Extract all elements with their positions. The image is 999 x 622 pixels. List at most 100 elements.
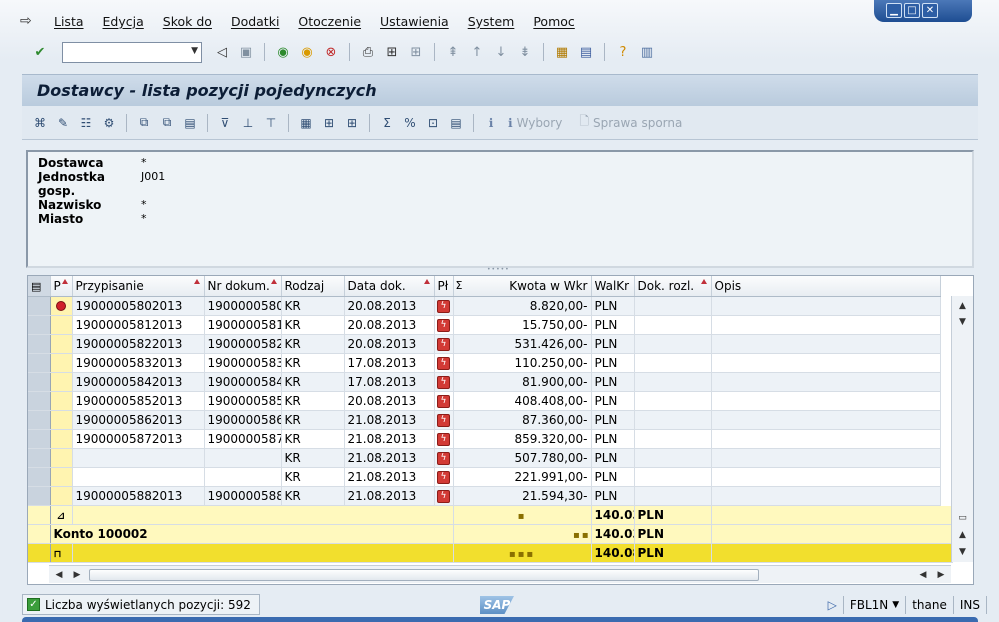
cell-nr-dokum[interactable]: 1900000583: [204, 353, 282, 373]
cell-nr-dokum[interactable]: [204, 448, 282, 468]
menu-otoczenie[interactable]: Otoczenie: [290, 14, 372, 29]
last-page-icon[interactable]: ⇟: [515, 42, 535, 62]
layout-menu-icon[interactable]: ▥: [637, 42, 657, 62]
help-icon[interactable]: ?: [613, 42, 633, 62]
account-subtotal-row[interactable]: Konto 100002 ▪▪140.034.154,90-PLN: [28, 524, 953, 544]
enter-icon[interactable]: ✔: [30, 42, 50, 62]
insert-mode[interactable]: INS: [952, 596, 986, 614]
cell-nr-dokum[interactable]: 1900000586: [204, 410, 282, 430]
cell-nr-dokum[interactable]: [204, 467, 282, 487]
menu-pomoc[interactable]: Pomoc: [525, 14, 585, 29]
menu-ustawienia[interactable]: Ustawienia: [372, 14, 460, 29]
row-selector[interactable]: [28, 467, 51, 487]
row-selector[interactable]: [28, 543, 51, 563]
row-selector[interactable]: [28, 448, 51, 468]
menu-skok-do[interactable]: Skok do: [155, 14, 223, 29]
table-row[interactable]: 19000005822013 1900000582 KR 20.08.2013 ϟ 531…: [28, 334, 953, 354]
close-icon[interactable]: ✕: [922, 3, 938, 18]
scroll-down-icon[interactable]: ▼: [952, 544, 973, 560]
next-page-icon[interactable]: ↓: [491, 42, 511, 62]
status-toggle[interactable]: ▷: [822, 596, 843, 614]
create-session-icon[interactable]: ▦: [552, 42, 572, 62]
row-selector[interactable]: [28, 296, 51, 316]
cell-nr-dokum[interactable]: 1900000582: [204, 334, 282, 354]
scroll-up-icon[interactable]: ▲: [952, 527, 973, 543]
info-icon[interactable]: ℹ: [481, 113, 501, 133]
column-header-opis[interactable]: Opis: [711, 276, 941, 297]
cell-nr-dokum[interactable]: 1900000584: [204, 372, 282, 392]
table-row[interactable]: 19000005842013 1900000584 KR 17.08.2013 ϟ 81.…: [28, 372, 953, 392]
table-row[interactable]: KR 21.08.2013 ϟ 221.991,00- PLN: [28, 467, 953, 487]
column-header-nr-dokum[interactable]: Nr dokum.: [204, 276, 282, 297]
copy-icon[interactable]: ⧉: [157, 113, 177, 133]
export-icon[interactable]: ⊡: [423, 113, 443, 133]
vertical-scrollbar[interactable]: ▲ ▼ ▭ ▲ ▼: [951, 296, 973, 562]
save-icon[interactable]: ▣: [236, 42, 256, 62]
print-icon[interactable]: ⎙: [358, 42, 378, 62]
wybory-button[interactable]: ℹ Wybory: [508, 116, 562, 130]
menu-lista[interactable]: Lista: [46, 14, 95, 29]
scroll-left-icon[interactable]: ◀: [915, 567, 931, 583]
column-header-data-dok[interactable]: Data dok.: [344, 276, 435, 297]
table-row[interactable]: 19000005812013 1900000581 KR 20.08.2013 ϟ 15.…: [28, 315, 953, 335]
column-header-kwota[interactable]: Σ Kwota w Wkr: [453, 276, 592, 297]
change-icon[interactable]: ✎: [53, 113, 73, 133]
cell-nr-dokum[interactable]: 1900000580: [204, 296, 282, 316]
row-selector[interactable]: [28, 505, 51, 525]
deselect-icon[interactable]: ⚙: [99, 113, 119, 133]
sort-descending-icon[interactable]: ⊤: [261, 113, 281, 133]
cancel-icon[interactable]: ⊗: [321, 42, 341, 62]
row-selector[interactable]: [28, 391, 51, 411]
maximize-icon[interactable]: □: [904, 3, 920, 18]
display-icon[interactable]: ⌘: [30, 113, 50, 133]
menu-dodatki[interactable]: Dodatki: [223, 14, 290, 29]
column-header-przypisanie[interactable]: Przypisanie: [72, 276, 205, 297]
table-row[interactable]: 19000005832013 1900000583 KR 17.08.2013 ϟ 110…: [28, 353, 953, 373]
shortcut-icon[interactable]: ▤: [576, 42, 596, 62]
grand-total-row[interactable]: ⊓ ▪▪▪ 140.083.315,70-PLN: [28, 543, 953, 563]
scroll-right-icon[interactable]: ▶: [933, 567, 949, 583]
horizontal-scrollbar[interactable]: ◀ ▶ ◀ ▶: [49, 565, 951, 583]
exit-icon[interactable]: ◉: [297, 42, 317, 62]
row-selector[interactable]: [28, 486, 51, 506]
document-icon[interactable]: ⧉: [134, 113, 154, 133]
scroll-right-icon[interactable]: ▶: [69, 567, 85, 583]
minimize-icon[interactable]: ▁: [886, 3, 902, 18]
details-icon[interactable]: ▤: [446, 113, 466, 133]
row-selector[interactable]: [28, 353, 51, 373]
splitter-handle[interactable]: •••••: [487, 266, 509, 273]
table-row[interactable]: 19000005882013 1900000588 KR 21.08.2013 ϟ 21.…: [28, 486, 953, 506]
cell-nr-dokum[interactable]: 1900000588: [204, 486, 282, 506]
row-selector[interactable]: [28, 524, 51, 544]
choose-layout-icon[interactable]: ⊞: [319, 113, 339, 133]
cell-nr-dokum[interactable]: 1900000587: [204, 429, 282, 449]
row-selector[interactable]: [28, 429, 51, 449]
table-row[interactable]: KR 21.08.2013 ϟ 507.780,00- PLN: [28, 448, 953, 468]
scroll-handle-icon[interactable]: ▭: [952, 510, 973, 526]
status-message[interactable]: ✓ Liczba wyświetlanych pozycji: 592: [22, 594, 260, 615]
layout-icon[interactable]: ▦: [296, 113, 316, 133]
filter-icon[interactable]: ⊽: [215, 113, 235, 133]
scroll-down-icon[interactable]: ▼: [952, 314, 973, 330]
menu-edycja[interactable]: Edycja: [95, 14, 155, 29]
table-row[interactable]: 19000005852013 1900000585 KR 20.08.2013 ϟ 408…: [28, 391, 953, 411]
select-all-cell[interactable]: ▤: [28, 276, 51, 297]
back-icon[interactable]: ◉: [273, 42, 293, 62]
column-header-rodzaj[interactable]: Rodzaj: [281, 276, 345, 297]
first-page-icon[interactable]: ⇞: [443, 42, 463, 62]
back-arrow-icon[interactable]: ◁: [212, 42, 232, 62]
subtotal-icon[interactable]: %: [400, 113, 420, 133]
column-header-pl[interactable]: Pł: [434, 276, 454, 297]
column-header-walkr[interactable]: WalKr: [591, 276, 635, 297]
sprawa-sporna-button[interactable]: 🗋 Sprawa sporna: [579, 112, 682, 133]
note-icon[interactable]: ▤: [180, 113, 200, 133]
select-all-icon[interactable]: ☷: [76, 113, 96, 133]
table-row[interactable]: 19000005862013 1900000586 KR 21.08.2013 ϟ 87.…: [28, 410, 953, 430]
command-field[interactable]: ▼: [62, 41, 202, 63]
sort-ascending-icon[interactable]: ⊥: [238, 113, 258, 133]
scroll-thumb[interactable]: [89, 569, 759, 581]
sum-icon[interactable]: Σ: [377, 113, 397, 133]
row-selector[interactable]: [28, 410, 51, 430]
find-icon[interactable]: ⊞: [382, 42, 402, 62]
chevron-down-icon[interactable]: ▼: [191, 46, 198, 56]
